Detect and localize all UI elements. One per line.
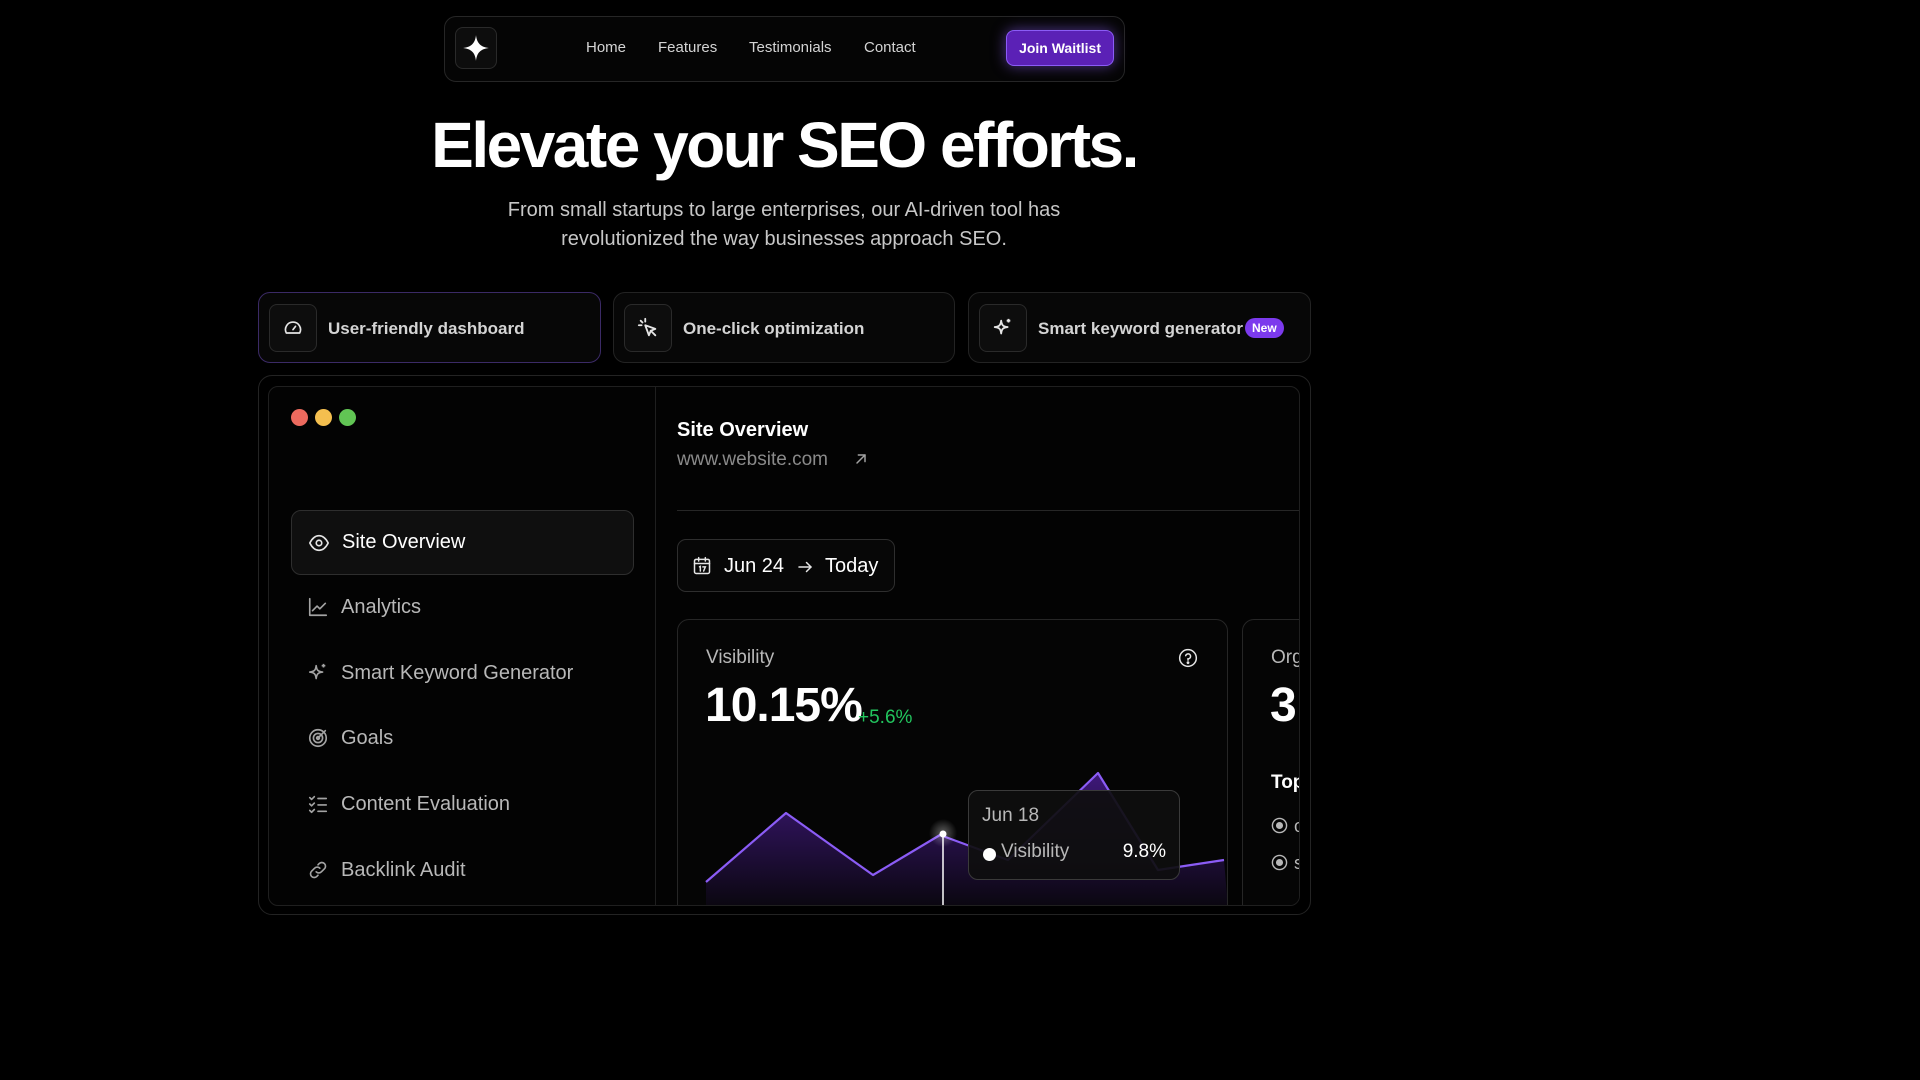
organic-value: 3 (1270, 679, 1297, 732)
help-circle-icon[interactable] (1178, 648, 1198, 668)
nav-link-features[interactable]: Features (658, 39, 717, 56)
sparkle-icon (308, 663, 326, 680)
main-divider (677, 510, 1299, 511)
radio-circle-icon (1271, 817, 1288, 834)
calendar-icon (693, 556, 711, 575)
organic-top-label: Top (1271, 772, 1299, 793)
feature-tab-dashboard[interactable]: User-friendly dashboard (258, 292, 601, 363)
hover-marker (939, 830, 947, 838)
sparkle-icon (993, 318, 1011, 335)
gauge-icon (284, 321, 302, 334)
sidebar-item-analytics[interactable]: Analytics (291, 575, 634, 640)
hero-subtitle-line-2: revolutionized the way businesses approa… (561, 228, 1007, 250)
window-maximize-dot[interactable] (339, 409, 356, 426)
new-badge: New (1245, 318, 1284, 338)
visibility-label: Visibility (706, 647, 775, 668)
dashboard-window: Site Overview Analytics Smart Keyword Ge… (268, 386, 1300, 906)
line-chart-icon (308, 597, 328, 617)
nav-link-contact[interactable]: Contact (864, 39, 916, 56)
sidebar-item-backlink-audit[interactable]: Backlink Audit (291, 838, 634, 903)
list-item-text: s (1294, 853, 1299, 874)
window-minimize-dot[interactable] (315, 409, 332, 426)
hero-subtitle-line-1: From small startups to large enterprises… (507, 199, 1061, 221)
list-item-text: o (1294, 816, 1299, 837)
sidebar-item-content-evaluation[interactable]: Content Evaluation (291, 772, 634, 837)
sidebar-item-label: Analytics (341, 596, 422, 618)
chart-tooltip: Jun 18 Visibility 9.8% (968, 790, 1180, 880)
feature-label: One-click optimization (683, 319, 865, 338)
date-to: Today (825, 555, 879, 577)
feature-tab-keyword-generator[interactable]: Smart keyword generator New (968, 292, 1311, 363)
target-icon (308, 728, 328, 748)
sidebar-item-smart-keyword-generator[interactable]: Smart Keyword Generator (291, 641, 634, 706)
radio-circle-icon (1271, 854, 1288, 871)
tooltip-series-dot (983, 848, 996, 861)
checklist-icon (308, 795, 328, 814)
tooltip-series-name: Visibility (1001, 841, 1070, 862)
site-url-link[interactable]: www.website.com (677, 449, 828, 471)
cursor-click-icon (637, 317, 657, 337)
feature-icon-box (624, 304, 672, 352)
hero-title: Elevate your SEO efforts. (431, 109, 1139, 181)
sidebar-item-goals[interactable]: Goals (291, 706, 634, 771)
organic-label: Org (1271, 647, 1300, 668)
feature-label: Smart keyword generator (1038, 319, 1244, 338)
visibility-value: 10.15% (705, 679, 863, 732)
visibility-card: Visibility 10.15% +5.6% Jun 18 Visibilit… (677, 619, 1228, 905)
arrow-right-icon (798, 561, 812, 573)
window-close-dot[interactable] (291, 409, 308, 426)
feature-icon-box (979, 304, 1027, 352)
top-nav: Home Features Testimonials Contact Join … (444, 16, 1125, 82)
sidebar-item-label: Goals (341, 727, 394, 749)
date-from: Jun 24 (724, 555, 785, 577)
nav-link-testimonials[interactable]: Testimonials (749, 39, 832, 56)
external-link-arrow-icon[interactable] (853, 451, 869, 467)
page-title: Site Overview (677, 419, 809, 441)
visibility-delta: +5.6% (858, 707, 913, 728)
tooltip-value: 9.8% (1122, 841, 1166, 862)
date-range-picker[interactable]: Jun 24 Today (677, 539, 895, 592)
list-item: s (1271, 853, 1299, 874)
sidebar-item-label: Backlink Audit (341, 859, 466, 881)
link-icon (309, 861, 327, 879)
organic-card: Org 3 Top o s (1242, 619, 1300, 905)
feature-label: User-friendly dashboard (328, 319, 525, 338)
join-waitlist-button[interactable]: Join Waitlist (1006, 30, 1114, 66)
sidebar-item-label: Content Evaluation (341, 793, 511, 815)
list-item: o (1271, 816, 1299, 837)
eye-icon (309, 534, 329, 552)
sidebar-item-label: Smart Keyword Generator (341, 662, 574, 684)
feature-icon-box (269, 304, 317, 352)
nav-link-home[interactable]: Home (586, 39, 626, 56)
feature-tab-optimization[interactable]: One-click optimization (613, 292, 955, 363)
sidebar-item-label: Site Overview (342, 531, 466, 553)
sidebar-divider (655, 387, 656, 905)
tooltip-date: Jun 18 (982, 805, 1040, 826)
sidebar-item-site-overview[interactable]: Site Overview (291, 510, 634, 575)
hero-subtitle: From small startups to large enterprises… (484, 196, 1084, 254)
